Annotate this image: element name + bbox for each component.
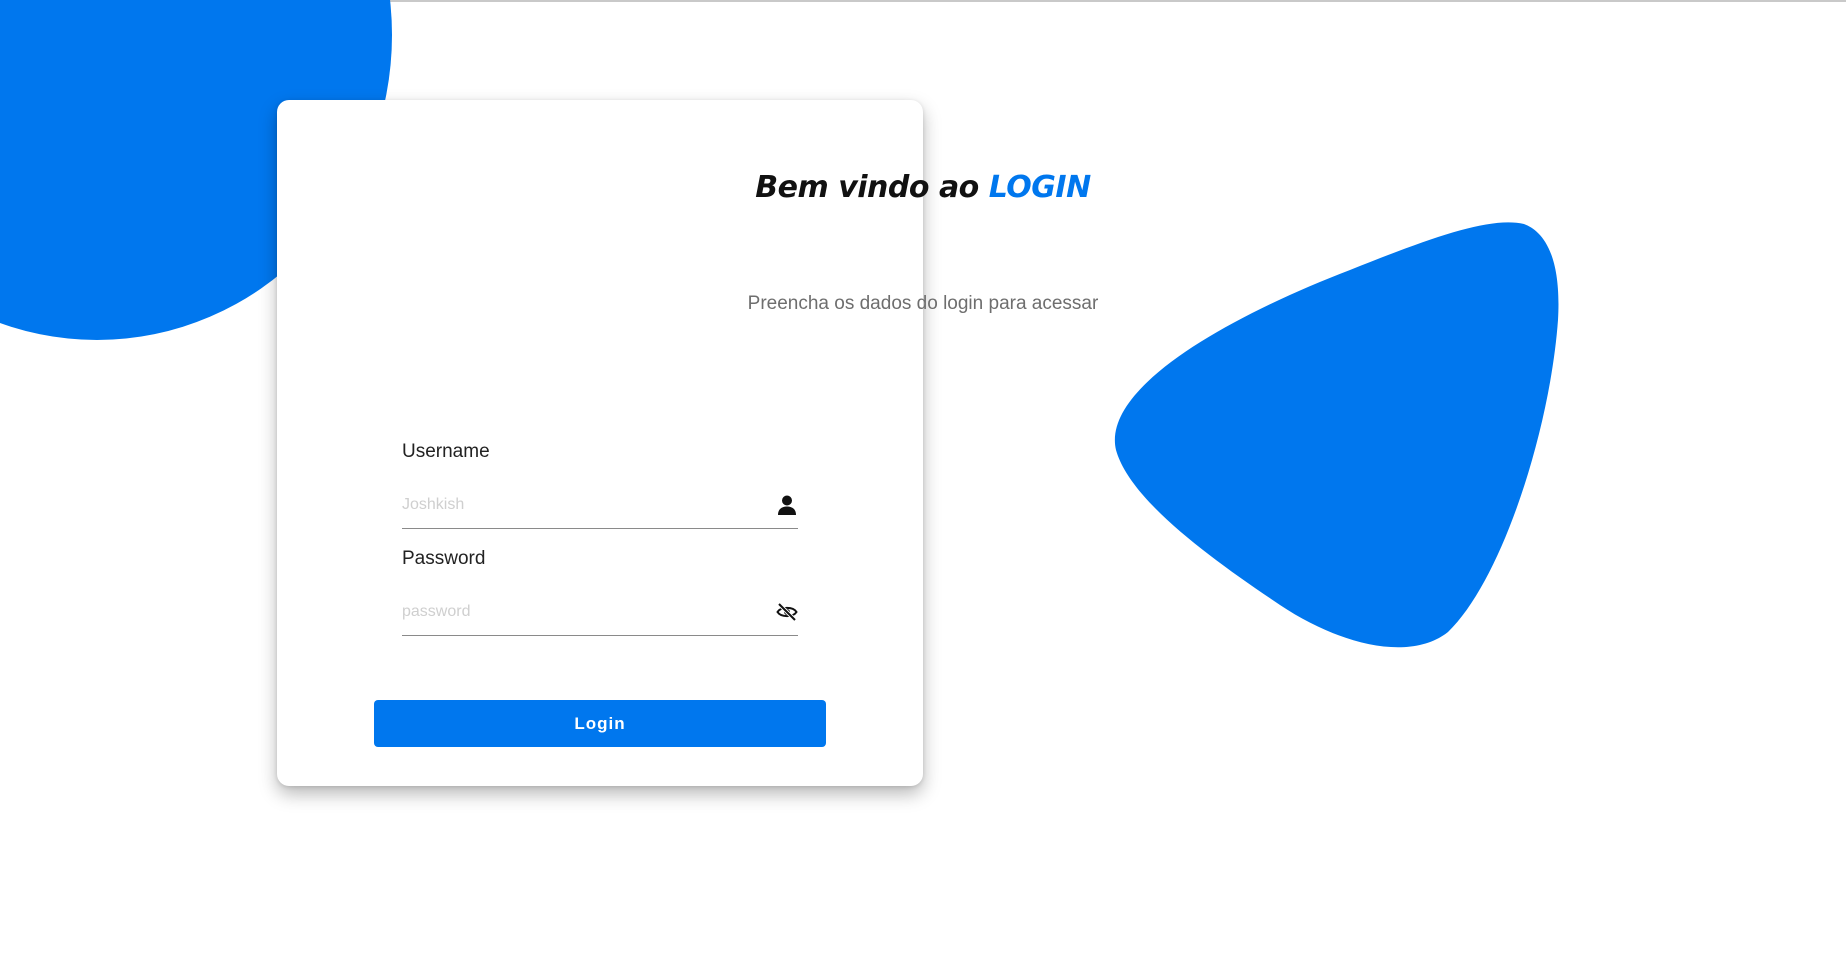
- title-prefix: Bem vindo ao: [755, 170, 979, 205]
- eye-slash-icon[interactable]: [776, 601, 798, 623]
- username-field: [402, 484, 798, 529]
- password-input[interactable]: [402, 591, 752, 633]
- username-input[interactable]: [402, 484, 752, 526]
- password-field: [402, 591, 798, 636]
- password-label: Password: [402, 548, 486, 569]
- login-subtitle: Preencha os dados do login para acessar: [747, 293, 1099, 314]
- login-button[interactable]: Login: [374, 700, 826, 747]
- user-icon: [778, 495, 796, 515]
- decorative-triangle: [1114, 222, 1559, 648]
- username-label: Username: [402, 441, 490, 462]
- login-page: Bem vindo ao LOGIN Preencha os dados do …: [0, 0, 1846, 980]
- title-highlight: LOGIN: [988, 170, 1091, 205]
- page-title: Bem vindo ao LOGIN: [0, 170, 1846, 205]
